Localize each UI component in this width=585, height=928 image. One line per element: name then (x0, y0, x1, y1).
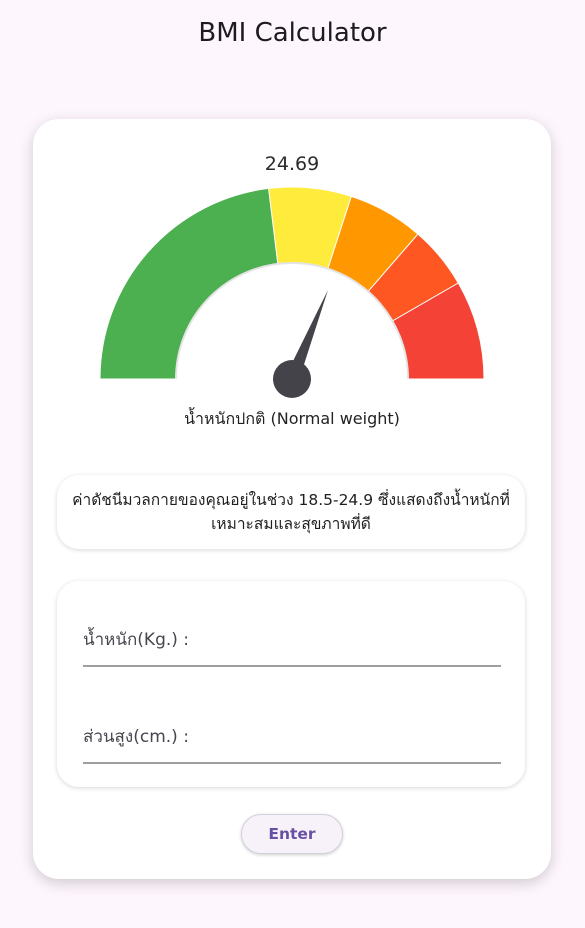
bmi-gauge (99, 186, 485, 398)
height-input[interactable] (83, 716, 505, 764)
bmi-card: 24.69 น้ำหนักปกติ (Normal weight) ค่าดัช… (33, 119, 551, 879)
gauge-hub (273, 360, 311, 398)
input-form: น้ำหนัก(Kg.) : ส่วนสูง(cm.) : (57, 581, 525, 787)
gauge-segments (99, 186, 485, 380)
app-title: BMI Calculator (198, 18, 387, 48)
weight-field[interactable]: น้ำหนัก(Kg.) : (83, 619, 505, 667)
weight-input[interactable] (83, 619, 505, 667)
bmi-description: ค่าดัชนีมวลกายของคุณอยู่ในช่วง 18.5-24.9… (57, 475, 525, 549)
bmi-value: 24.69 (264, 153, 320, 175)
enter-button[interactable]: Enter (241, 814, 343, 854)
bmi-category-label: น้ำหนักปกติ (Normal weight) (184, 409, 400, 428)
height-field[interactable]: ส่วนสูง(cm.) : (83, 716, 505, 764)
gauge-segment-normal (99, 187, 279, 380)
